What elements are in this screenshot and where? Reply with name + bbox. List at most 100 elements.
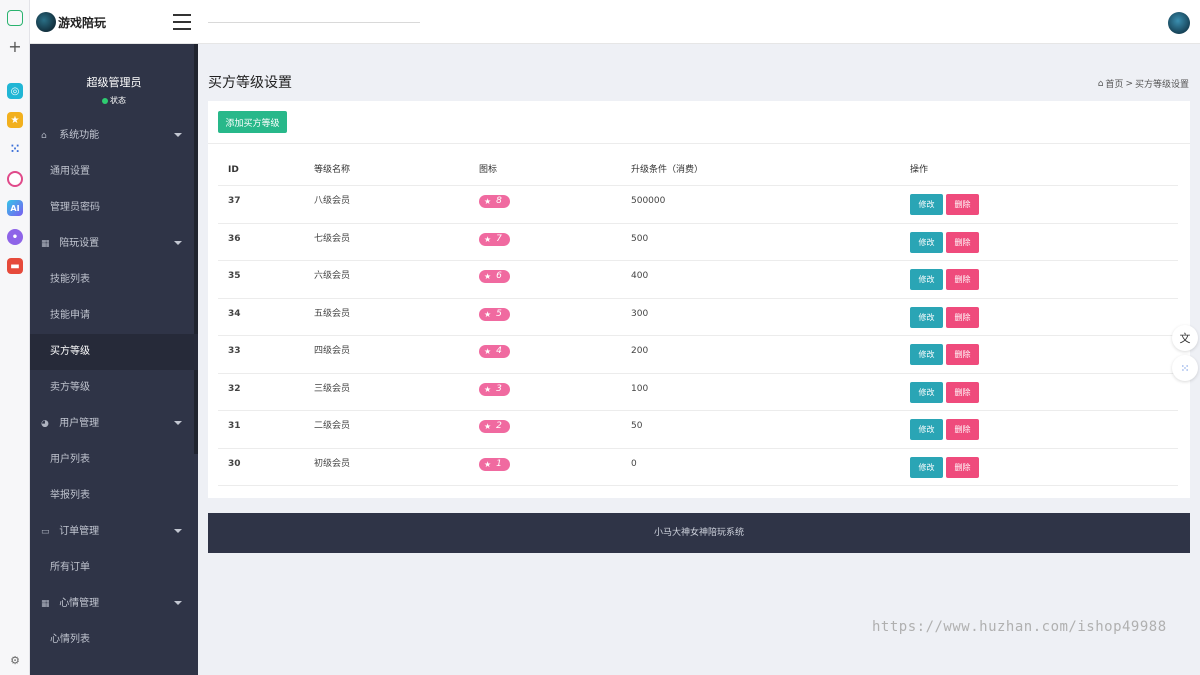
sidebar-item-all-orders[interactable]: 所有订单: [30, 550, 198, 586]
online-status-icon: [102, 97, 108, 104]
add-buyer-level-button[interactable]: 添加买方等级: [218, 111, 287, 133]
translate-icon[interactable]: 文: [1172, 325, 1198, 351]
chat-app-icon[interactable]: ◎: [7, 83, 23, 99]
table-row: 36 七级会员 ★ 7 500 修改 删除: [218, 224, 1178, 261]
delete-button[interactable]: 删除: [946, 231, 979, 253]
cell-id: 35: [228, 271, 241, 281]
sidebar-item-report-list[interactable]: 举报列表: [30, 478, 198, 514]
cell-condition: 50: [631, 421, 643, 431]
footer: 小马大神女神陪玩系统: [208, 513, 1190, 553]
sidebar-group-users[interactable]: ◕ 用户管理: [30, 406, 198, 442]
row-actions: 修改 删除: [910, 231, 979, 253]
cell-level-name: 三级会员: [314, 383, 351, 394]
page-title: 买方等级设置: [208, 75, 292, 91]
delete-button[interactable]: 删除: [946, 194, 979, 215]
caret-down-icon: [174, 133, 182, 137]
cell-level-name: 七级会员: [314, 233, 351, 244]
cell-level-name: 八级会员: [314, 196, 351, 206]
edit-button[interactable]: 修改: [910, 231, 943, 253]
laptop-icon: ▭: [41, 527, 50, 537]
edit-button[interactable]: 修改: [910, 456, 943, 478]
sidebar-group-system[interactable]: ⌂ 系统功能: [30, 118, 198, 154]
circle-app-icon[interactable]: [7, 171, 23, 187]
app-logo[interactable]: 游戏陪玩: [36, 11, 106, 33]
user-avatar[interactable]: [1168, 12, 1190, 34]
delete-button[interactable]: 删除: [946, 419, 979, 440]
main-content: 买方等级设置 ⌂ 首页 > 买方等级设置 添加买方等级 ID 等级名称 图标 升…: [198, 44, 1200, 675]
star-icon: ★: [484, 309, 492, 319]
pie-chart-icon: ◕: [41, 419, 49, 429]
breadcrumb: ⌂ 首页 > 买方等级设置: [1097, 77, 1189, 91]
bubble-app-icon[interactable]: •: [7, 229, 23, 245]
home-icon: ⌂: [1097, 78, 1104, 89]
home-icon[interactable]: [7, 10, 23, 26]
gamepad-app-icon[interactable]: ▬: [7, 258, 23, 274]
cell-level-name: 五级会员: [314, 308, 351, 319]
delete-button[interactable]: 删除: [946, 381, 979, 403]
cell-id: 31: [228, 421, 241, 431]
edit-button[interactable]: 修改: [910, 269, 943, 290]
level-badge-number: 8: [496, 196, 502, 206]
edit-button[interactable]: 修改: [910, 194, 943, 215]
cell-condition: 200: [631, 346, 649, 356]
grid-app-icon[interactable]: ⁙: [7, 141, 23, 157]
profile-name: 超级管理员: [86, 76, 142, 89]
breadcrumb-home[interactable]: 首页: [1105, 77, 1123, 90]
sidebar-group-mood[interactable]: ▦ 心情管理: [30, 586, 198, 622]
browser-side-strip: + ◎ ★ ⁙ AI • ▬ ⚙: [0, 0, 30, 675]
sidebar-item-skill-list[interactable]: 技能列表: [30, 262, 198, 298]
cell-id: 36: [228, 233, 241, 244]
caret-down-icon: [174, 241, 182, 245]
level-badge-number: 2: [496, 421, 502, 431]
sidebar-item-buyer-level[interactable]: 买方等级: [30, 334, 198, 370]
caret-down-icon: [174, 529, 182, 533]
profile-status-label: 状态: [110, 96, 126, 105]
edit-button[interactable]: 修改: [910, 419, 943, 440]
menu-toggle-icon[interactable]: [173, 14, 191, 30]
card-divider: [208, 143, 1190, 144]
sidebar-group-label: 订单管理: [59, 526, 100, 537]
cell-id: 30: [228, 458, 241, 469]
sidebar-item-general-settings[interactable]: 通用设置: [30, 154, 198, 190]
level-badge: ★ 1: [479, 457, 510, 471]
sidebar-item-user-list[interactable]: 用户列表: [30, 442, 198, 478]
level-badge-number: 1: [496, 458, 502, 469]
sidebar-group-companion[interactable]: ▦ 陪玩设置: [30, 226, 198, 262]
table-row: 33 四级会员 ★ 4 200 修改 删除: [218, 336, 1178, 374]
edit-button[interactable]: 修改: [910, 381, 943, 403]
level-table-card: 添加买方等级 ID 等级名称 图标 升级条件（消费） 操作 37 八级会员 ★ 8 50…: [208, 101, 1190, 498]
cell-level-name: 初级会员: [314, 458, 351, 469]
table-row: 30 初级会员 ★ 1 0 修改 删除: [218, 449, 1178, 486]
level-badge: ★ 4: [479, 345, 510, 358]
table-row: 31 二级会员 ★ 2 50 修改 删除: [218, 411, 1178, 449]
sidebar-group-orders[interactable]: ▭ 订单管理: [30, 514, 198, 550]
edit-button[interactable]: 修改: [910, 306, 943, 328]
cell-id: 37: [228, 196, 241, 206]
settings-icon[interactable]: ⚙: [7, 652, 23, 668]
ai-app-icon[interactable]: AI: [7, 200, 23, 216]
table-icon: ▦: [41, 239, 50, 249]
delete-button[interactable]: 删除: [946, 344, 979, 365]
cell-condition: 400: [631, 271, 649, 281]
header-divider: [208, 22, 420, 23]
caret-down-icon: [174, 421, 182, 425]
plus-icon[interactable]: +: [7, 37, 23, 56]
star-app-icon[interactable]: ★: [7, 112, 23, 128]
sidebar-group-label: 陪玩设置: [59, 238, 100, 249]
sidebar-item-seller-level[interactable]: 卖方等级: [30, 370, 198, 406]
delete-button[interactable]: 删除: [946, 269, 979, 290]
table-body: 37 八级会员 ★ 8 500000 修改 删除 36 七级会员 ★ 7 500 修改 删除 35 六级会员 ★…: [218, 186, 1178, 486]
edit-button[interactable]: 修改: [910, 344, 943, 365]
grid-widget-icon[interactable]: ⁙: [1172, 355, 1198, 381]
star-icon: ★: [484, 272, 492, 281]
column-header-id: ID: [228, 165, 239, 175]
cell-level-name: 二级会员: [314, 421, 351, 431]
delete-button[interactable]: 删除: [946, 456, 979, 478]
sidebar-item-skill-apply[interactable]: 技能申请: [30, 298, 198, 334]
watermark-url: https://www.huzhan.com/ishop49988: [872, 619, 1167, 635]
sidebar-item-mood-list[interactable]: 心情列表: [30, 622, 198, 658]
level-badge-number: 6: [496, 271, 502, 281]
column-header-icon: 图标: [479, 165, 498, 175]
sidebar-item-admin-password[interactable]: 管理员密码: [30, 190, 198, 226]
delete-button[interactable]: 删除: [946, 306, 979, 328]
